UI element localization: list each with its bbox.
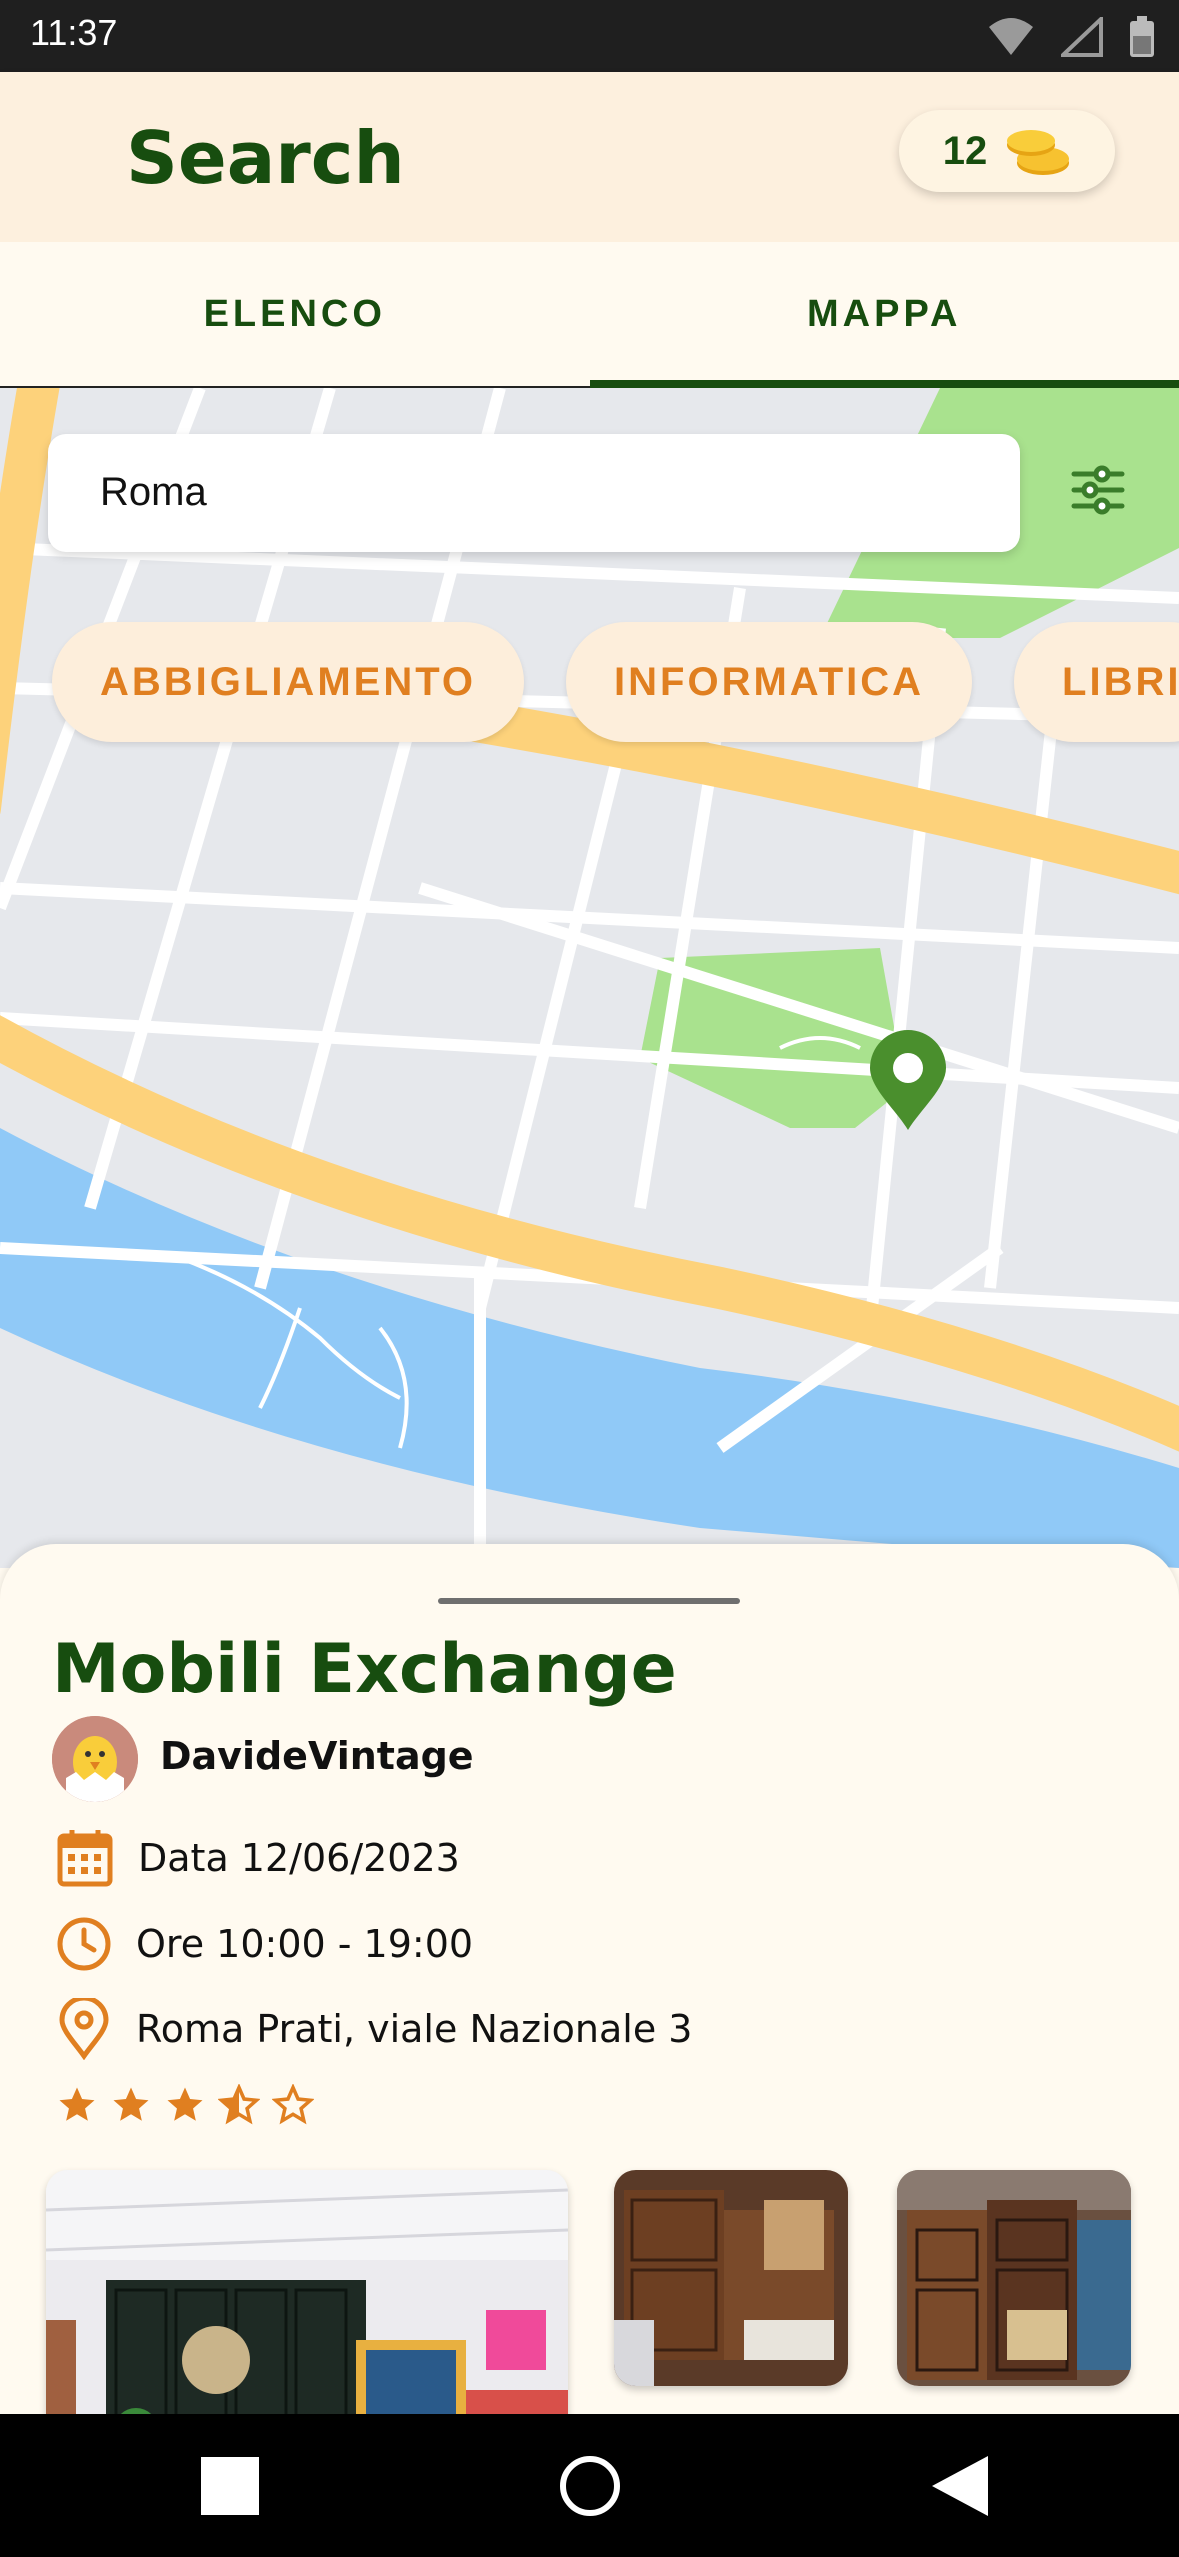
- back-triangle-icon: [932, 2455, 988, 2516]
- map-background: [0, 388, 1179, 1568]
- recents-button[interactable]: [180, 2414, 280, 2557]
- event-photo-image: [614, 2170, 848, 2386]
- star-filled-icon: [59, 2087, 95, 2121]
- sliders-icon: [1071, 465, 1125, 515]
- system-nav-bar: [0, 2414, 1179, 2557]
- circle-icon: [560, 2455, 620, 2516]
- map-view[interactable]: [0, 388, 1179, 1568]
- drag-handle[interactable]: [438, 1598, 740, 1604]
- rating-stars: [56, 2084, 314, 2126]
- event-photo-image: [46, 2170, 568, 2414]
- event-bottom-sheet[interactable]: Mobili Exchange DavideVintage Data 12/06…: [0, 1544, 1179, 2414]
- star-empty-icon: [272, 2084, 314, 2125]
- star-half-icon: [218, 2084, 260, 2125]
- event-hours-row: Ore 10:00 - 19:00: [56, 1916, 473, 1972]
- wifi-icon: [989, 18, 1033, 55]
- tab-mappa[interactable]: MAPPA: [589, 242, 1179, 388]
- clock-icon: [57, 1917, 111, 1971]
- event-date-row: Data 12/06/2023: [56, 1828, 460, 1888]
- avatar[interactable]: [52, 1716, 138, 1802]
- filter-button[interactable]: [1062, 454, 1134, 526]
- location-pin-icon: [59, 1998, 109, 2060]
- event-hours: Ore 10:00 - 19:00: [136, 1922, 474, 1966]
- event-photos: [46, 2170, 1179, 2414]
- event-date: Data 12/06/2023: [138, 1836, 460, 1880]
- category-chips: ABBIGLIAMENTO INFORMATICA LIBRI: [52, 622, 1179, 742]
- event-photo[interactable]: [614, 2170, 848, 2386]
- square-icon: [201, 2456, 259, 2515]
- star-filled-icon: [113, 2087, 149, 2121]
- event-photo-image: [897, 2170, 1131, 2386]
- search-input[interactable]: Roma: [48, 434, 1020, 552]
- home-button[interactable]: [540, 2414, 640, 2557]
- chip-informatica[interactable]: INFORMATICA: [566, 622, 973, 742]
- status-bar: 11:37: [0, 0, 1179, 72]
- back-button[interactable]: [910, 2414, 1010, 2557]
- view-tabs: ELENCO MAPPA: [0, 242, 1179, 388]
- coin-balance-chip[interactable]: 12: [899, 110, 1115, 192]
- coins-icon: [1007, 130, 1070, 175]
- event-title: Mobili Exchange: [52, 1630, 677, 1709]
- tab-elenco[interactable]: ELENCO: [0, 242, 590, 386]
- search-input-value: Roma: [100, 470, 207, 514]
- status-time: 11:37: [30, 12, 118, 53]
- chick-avatar-icon: [52, 1716, 138, 1802]
- event-photo[interactable]: [897, 2170, 1131, 2386]
- organizer-name[interactable]: DavideVintage: [160, 1734, 474, 1778]
- chip-libri[interactable]: LIBRI: [1014, 622, 1179, 742]
- star-filled-icon: [167, 2087, 203, 2121]
- map-pin-icon[interactable]: [866, 1030, 950, 1134]
- battery-icon: [1130, 16, 1154, 57]
- app-bar: Search 12: [0, 72, 1179, 242]
- page-title: Search: [126, 116, 405, 200]
- event-photo[interactable]: [46, 2170, 568, 2414]
- event-location-row: Roma Prati, viale Nazionale 3: [56, 1998, 692, 2060]
- cell-signal-icon: [1061, 17, 1103, 57]
- coin-count: 12: [942, 128, 988, 173]
- chip-abbigliamento[interactable]: ABBIGLIAMENTO: [52, 622, 525, 742]
- event-location: Roma Prati, viale Nazionale 3: [136, 2007, 693, 2051]
- calendar-icon: [57, 1830, 113, 1887]
- status-icons: [987, 16, 1155, 58]
